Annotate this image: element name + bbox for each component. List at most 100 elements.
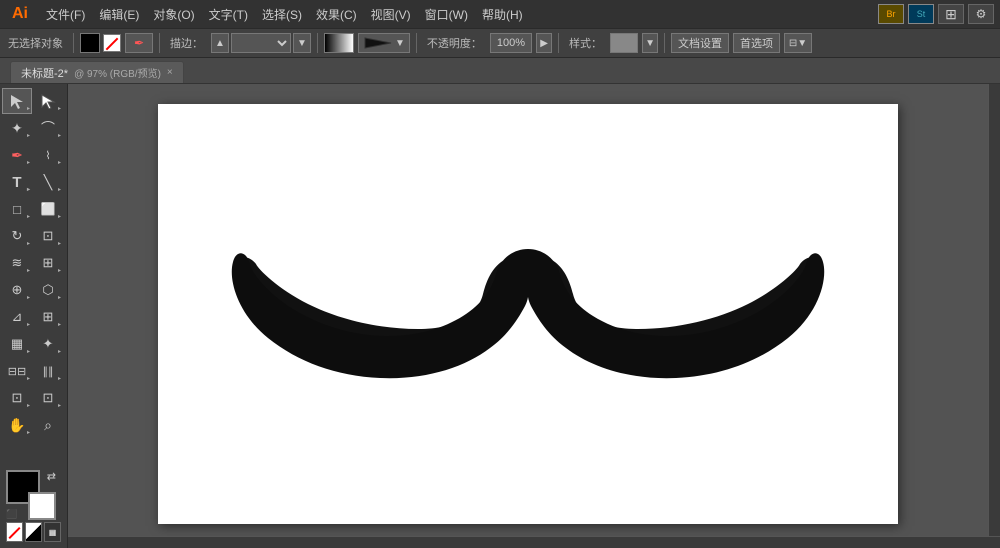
tool-row-2: ✦▸ ⌒▸ [2,115,65,141]
perspective-tool[interactable]: ⊿▸ [2,304,32,330]
free-transform-tool[interactable]: ⊞▸ [33,250,63,276]
menu-edit[interactable]: 编辑(E) [93,4,145,25]
swap-colors-icon[interactable]: ⇄ [47,470,56,483]
menu-help[interactable]: 帮助(H) [476,4,529,25]
tab-close-button[interactable]: × [167,67,173,78]
divider-6 [664,33,665,53]
fill-color-swatch[interactable] [80,33,100,53]
color-swatch-main: ⇄ ⬛ [6,470,56,520]
column-chart-tool[interactable]: ∥∥▸ [33,358,63,384]
stroke-label: 描边： [166,35,207,51]
menu-object[interactable]: 对象(O) [147,4,200,25]
divider-3 [317,33,318,53]
tool-row-7: ≋▸ ⊞▸ [2,250,65,276]
opacity-label: 不透明度： [423,35,486,51]
menu-view[interactable]: 视图(V) [365,4,417,25]
style-dropdown-icon[interactable]: ▼ [642,33,658,53]
tab-title: 未标题-2* [21,65,68,81]
tool-row-10: ▦▸ ✦▸ [2,331,65,357]
canvas-area[interactable] [68,84,1000,548]
tab-subtitle: @ 97% (RGB/预览) [74,65,161,80]
divider-2 [159,33,160,53]
mustache-artwork [218,174,838,454]
menu-file[interactable]: 文件(F) [40,4,91,25]
select-tool[interactable]: ▸ [2,88,32,114]
divider-1 [73,33,74,53]
no-fill-swatch[interactable] [6,522,23,542]
document-tab[interactable]: 未标题-2* @ 97% (RGB/预览) × [10,61,184,83]
tool-row-1: ▸ ▸ [2,88,65,114]
gradient-swatch[interactable] [25,522,42,542]
chart-tool[interactable]: ⊟⊟▸ [2,358,32,384]
zoom-tool[interactable]: ⌕ [33,412,63,438]
artboard-tool[interactable]: ⊡▸ [2,385,32,411]
workspace-icon[interactable]: ⊟▼ [784,33,812,53]
divider-4 [416,33,417,53]
gradient-tool[interactable]: ▦▸ [2,331,32,357]
color-mode-row: ▦ [6,522,61,542]
eraser-tool[interactable]: ⬜▸ [33,196,63,222]
direct-select-tool[interactable]: ▸ [33,88,63,114]
pattern-swatch[interactable]: ▦ [44,522,61,542]
hand-tool[interactable]: ✋▸ [2,412,32,438]
menu-effect[interactable]: 效果(C) [310,4,363,25]
arrow-dropdown[interactable]: ▼ [358,33,410,53]
eyedropper-tool[interactable]: ✦▸ [33,331,63,357]
doc-settings-button[interactable]: 文档设置 [671,33,729,53]
title-bar-right: Br St ⊞ ⚙ [878,4,994,24]
tool-row-4: T▸ ╲▸ [2,169,65,195]
menu-window[interactable]: 窗口(W) [419,4,474,25]
shape-builder-tool[interactable]: ⊕▸ [2,277,32,303]
tool-row-12: ⊡▸ ⊡▸ [2,385,65,411]
pen-tool[interactable]: ✒▸ [2,142,32,168]
selection-label: 无选择对象 [4,35,67,51]
slice-tool[interactable]: ⊡▸ [33,385,63,411]
gradient-selector[interactable] [324,33,354,53]
stroke-color-swatch[interactable] [103,34,121,52]
horizontal-scrollbar[interactable] [68,536,1000,548]
style-label: 样式： [565,35,606,51]
reset-colors-icon[interactable]: ⬛ [6,509,17,520]
background-color[interactable] [28,492,56,520]
tool-row-3: ✒▸ ⌇▸ [2,142,65,168]
color-swatches: ⇄ ⬛ ▦ [2,466,65,544]
stroke-down-icon[interactable]: ▼ [293,33,311,53]
live-paint-tool[interactable]: ⬡▸ [33,277,63,303]
opacity-value[interactable]: 100% [490,33,532,53]
grid-icon[interactable]: ⊞ [938,4,964,24]
line-tool[interactable]: ╲▸ [33,169,63,195]
divider-5 [558,33,559,53]
menu-type[interactable]: 文字(T) [203,4,254,25]
menu-bar[interactable]: 文件(F) 编辑(E) 对象(O) 文字(T) 选择(S) 效果(C) 视图(V… [40,4,529,25]
opacity-expand-icon[interactable]: ▶ [536,33,552,53]
vertical-scrollbar[interactable] [988,84,1000,548]
rotate-tool[interactable]: ↻▸ [2,223,32,249]
left-toolbar: ▸ ▸ ✦▸ ⌒▸ ✒▸ ⌇▸ T▸ ╲▸ □▸ ⬜▸ ↻▸ ⊡▸ ≋▸ [0,84,68,548]
warp-tool[interactable]: ≋▸ [2,250,32,276]
app-logo: Ai [6,5,34,23]
shape-tool[interactable]: □▸ [2,196,32,222]
tool-row-6: ↻▸ ⊡▸ [2,223,65,249]
title-bar: Ai 文件(F) 编辑(E) 对象(O) 文字(T) 选择(S) 效果(C) 视… [0,0,1000,28]
curvature-tool[interactable]: ⌇▸ [33,142,63,168]
bridge-icon[interactable]: Br [878,4,904,24]
mesh-tool[interactable]: ⊞▸ [33,304,63,330]
magic-wand-tool[interactable]: ✦▸ [2,115,32,141]
lasso-tool[interactable]: ⌒▸ [33,115,63,141]
style-swatch[interactable] [610,33,638,53]
tool-row-11: ⊟⊟▸ ∥∥▸ [2,358,65,384]
preferences-button[interactable]: 首选项 [733,33,780,53]
stroke-width-select[interactable] [231,33,291,53]
document-canvas [158,104,898,524]
search-icon[interactable]: ⚙ [968,4,994,24]
tool-row-13: ✋▸ ⌕ [2,412,65,438]
menu-select[interactable]: 选择(S) [256,4,308,25]
stock-icon[interactable]: St [908,4,934,24]
tool-row-5: □▸ ⬜▸ [2,196,65,222]
stroke-up-icon[interactable]: ▲ [211,33,229,53]
pen-tool-icon[interactable]: ✒ [125,33,153,53]
tool-row-9: ⊿▸ ⊞▸ [2,304,65,330]
scale-tool[interactable]: ⊡▸ [33,223,63,249]
type-tool[interactable]: T▸ [2,169,32,195]
properties-toolbar: 无选择对象 ✒ 描边： ▲ ▼ ▼ 不透明度： 100% ▶ 样式： ▼ 文档设… [0,28,1000,58]
